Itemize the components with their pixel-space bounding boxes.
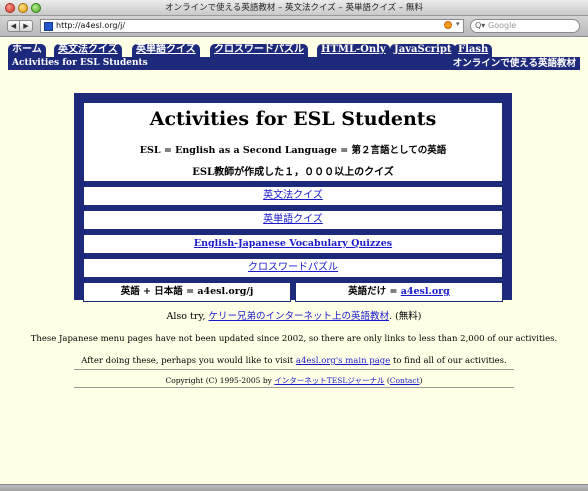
iteslj-link[interactable]: インターネットTESLジャーナル: [274, 376, 384, 385]
grammar-quizzes-link[interactable]: 英文法クイズ: [263, 190, 323, 201]
window-title: オンラインで使える英語教材 – 英文法クイズ – 英単語クイズ – 無料: [165, 3, 423, 13]
back-button[interactable]: ◀: [7, 20, 20, 32]
esl-definition: ESL = English as a Second Language = 第２言…: [139, 145, 447, 156]
activity-link-row: 英単語クイズ: [83, 210, 503, 230]
tab-crossword-puzzles[interactable]: クロスワードパズル: [210, 44, 308, 57]
english-only-site-cell: 英語だけ = a4esl.org: [295, 282, 503, 302]
footer-divider-bottom: [74, 387, 514, 388]
address-bar[interactable]: http://a4esl.org/j/: [40, 19, 464, 33]
also-try-suffix: . (無料): [389, 311, 422, 322]
vocabulary-quizzes-link[interactable]: 英単語クイズ: [263, 214, 323, 225]
update-notice: These Japanese menu pages have not been …: [30, 334, 558, 344]
dropdown-arrow-icon[interactable]: ▾: [456, 20, 460, 28]
back-arrow-icon: ◀: [10, 22, 17, 30]
activities-header: Activities for ESL Students ESL = Englis…: [83, 102, 503, 182]
page-viewport: ホーム 英文法クイズ 英単語クイズ クロスワードパズル HTML-Only Ja…: [0, 38, 588, 484]
search-input[interactable]: Q▾ Google: [470, 19, 580, 33]
tab-vocabulary-quizzes[interactable]: 英単語クイズ: [132, 44, 200, 57]
activity-link-row: English-Japanese Vocabulary Quizzes: [83, 234, 503, 254]
copyright-prefix: Copyright (C) 1995-2005 by: [165, 376, 275, 385]
english-japanese-quizzes-link[interactable]: English-Japanese Vocabulary Quizzes: [194, 238, 392, 249]
main-page-line: After doing these, perhaps you would lik…: [0, 356, 588, 366]
main-page-link[interactable]: a4esl.org's main page: [296, 356, 390, 366]
also-try-line: Also try, ケリー兄弟のインターネット上の英語教材. (無料): [0, 308, 588, 322]
forward-button[interactable]: ▶: [20, 20, 33, 32]
activity-link-row: 英文法クイズ: [83, 186, 503, 206]
quiz-count-tagline: ESL教師が作成した１，０００以上のクイズ: [192, 167, 394, 178]
kelly-brothers-link[interactable]: ケリー兄弟のインターネット上の英語教材: [209, 311, 390, 322]
site-favicon-icon: [44, 22, 53, 31]
english-only-site-link[interactable]: a4esl.org: [401, 286, 450, 297]
address-bar-url: http://a4esl.org/j/: [56, 21, 126, 30]
page-title: Activities for ESL Students: [149, 108, 437, 130]
tab-home[interactable]: ホーム: [8, 44, 46, 57]
activities-box: Activities for ESL Students ESL = Englis…: [74, 93, 512, 302]
search-icon: Q▾: [475, 21, 486, 30]
tab-html-only[interactable]: HTML-Only: [317, 44, 390, 57]
tab-grammar-quizzes[interactable]: 英文法クイズ: [54, 44, 122, 57]
forward-arrow-icon: ▶: [23, 22, 29, 30]
bilingual-site-cell: 英語 + 日本語 = a4esl.org/j: [83, 282, 291, 302]
banner-title: Activities for ESL Students: [12, 58, 148, 68]
tab-javascript[interactable]: JavaScript: [390, 44, 456, 57]
crossword-puzzles-link[interactable]: クロスワードパズル: [248, 262, 338, 273]
activity-link-row: クロスワードパズル: [83, 258, 503, 278]
tab-flash[interactable]: Flash: [454, 44, 493, 57]
site-banner: Activities for ESL Students オンラインで使える英語教…: [8, 57, 580, 70]
rss-icon[interactable]: [444, 21, 452, 29]
main-page-suffix: to find all of our activities.: [390, 356, 507, 366]
browser-toolbar: ◀ ▶ http://a4esl.org/j/ ▾ Q▾ Google: [0, 16, 588, 37]
also-try-prefix: Also try,: [166, 311, 209, 322]
search-placeholder: Google: [488, 21, 517, 30]
footer-divider-top: [74, 369, 514, 370]
main-page-prefix: After doing these, perhaps you would lik…: [81, 356, 296, 366]
banner-tagline: オンラインで使える英語教材: [452, 58, 576, 69]
window-titlebar: オンラインで使える英語教材 – 英文法クイズ – 英単語クイズ – 無料: [0, 0, 588, 16]
english-only-label: 英語だけ =: [348, 286, 401, 297]
contact-link[interactable]: Contact: [390, 376, 420, 385]
status-bar: [0, 484, 588, 491]
copyright-line: Copyright (C) 1995-2005 by インターネットTESLジャ…: [165, 376, 423, 385]
